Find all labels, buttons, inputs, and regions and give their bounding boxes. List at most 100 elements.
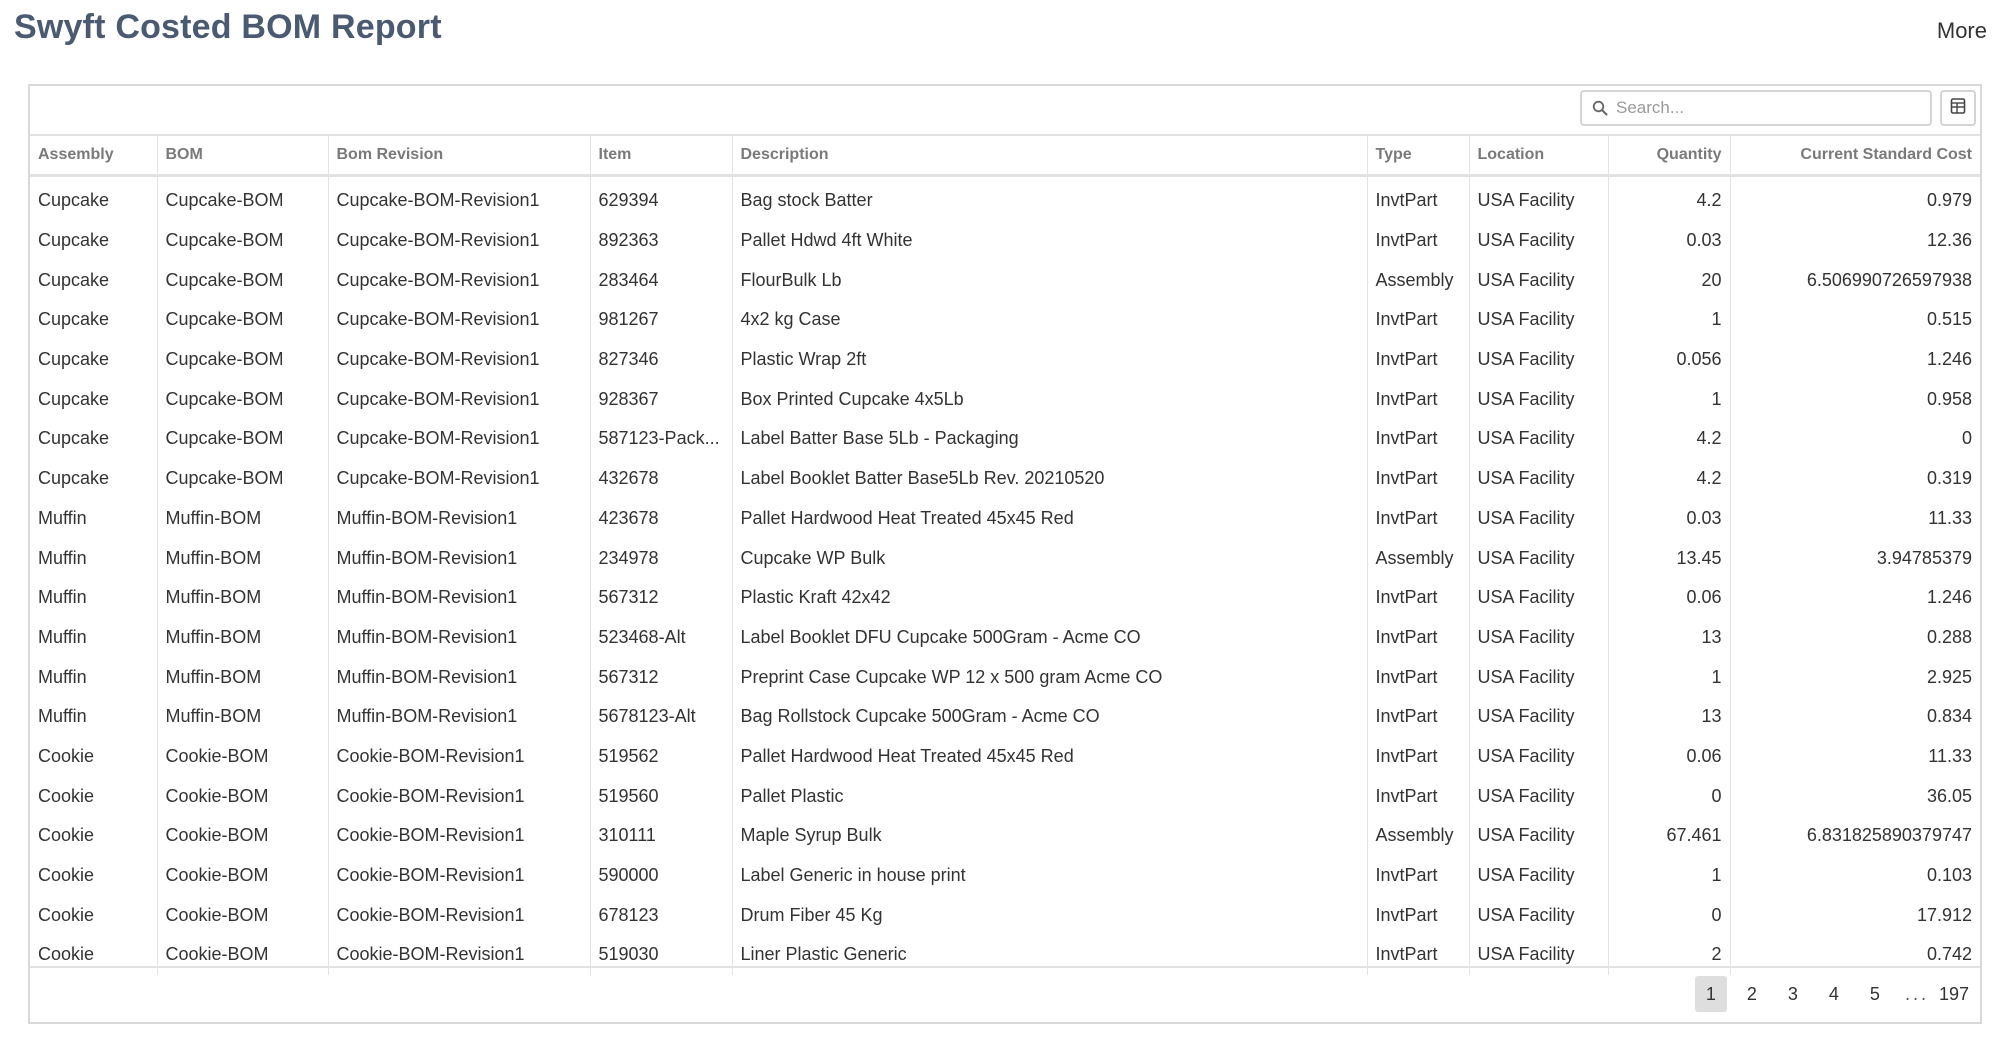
cell-description: Label Booklet DFU Cupcake 500Gram - Acme… [732, 617, 1368, 658]
page-button-last[interactable]: 197 [1938, 976, 1970, 1012]
page-button-1[interactable]: 1 [1694, 976, 1727, 1012]
column-header-type[interactable]: Type [1367, 134, 1470, 177]
cell-type: InvtPart [1367, 736, 1470, 777]
cell-current-standard-cost: 0 [1961, 428, 1972, 449]
search-input[interactable] [1614, 93, 1930, 123]
column-header-bom[interactable]: BOM [157, 134, 329, 177]
cell-bom-revision: Cookie-BOM-Revision1 [328, 895, 591, 936]
cell-current-standard-cost: 6.831825890379747 [1806, 825, 1972, 846]
cell-item: 523468-Alt [590, 617, 733, 658]
page-button-4[interactable]: 4 [1818, 976, 1850, 1012]
table-row[interactable]: Cupcake Cupcake-BOM Cupcake-BOM-Revision1 6… [30, 175, 1980, 221]
table-row[interactable]: Cupcake Cupcake-BOM Cupcake-BOM-Revision1 5… [30, 419, 1980, 459]
page-button-2[interactable]: 2 [1736, 976, 1768, 1012]
cell-bom-revision: Cupcake-BOM-Revision1 [328, 220, 591, 261]
cell-type: Assembly [1367, 816, 1470, 856]
cell-item: 629394 [590, 175, 733, 221]
column-header-bom-revision[interactable]: Bom Revision [328, 134, 591, 177]
cell-quantity: 1 [1608, 657, 1731, 697]
table-row[interactable]: Cupcake Cupcake-BOM Cupcake-BOM-Revision1 8… [30, 220, 1980, 261]
cell-bom: Cupcake-BOM [157, 175, 329, 221]
cell-assembly: Cookie [30, 855, 158, 896]
cell-quantity: 0.06 [1608, 736, 1731, 777]
cell-location: USA Facility [1469, 220, 1609, 261]
table-row[interactable]: Cupcake Cupcake-BOM Cupcake-BOM-Revision1 8… [30, 339, 1980, 380]
cell-item: 567312 [590, 577, 733, 618]
column-header-assembly[interactable]: Assembly [30, 134, 158, 177]
table-row[interactable]: Cupcake Cupcake-BOM Cupcake-BOM-Revision1 9… [30, 300, 1980, 340]
cell-location: USA Facility [1469, 260, 1609, 301]
cell-quantity: 13 [1608, 696, 1731, 737]
cell-item: 590000 [590, 855, 733, 896]
cell-item: 283464 [590, 260, 733, 301]
cell-assembly: Cupcake [30, 379, 158, 420]
cell-bom: Muffin-BOM [157, 498, 329, 539]
table-row[interactable]: Muffin Muffin-BOM Muffin-BOM-Revision1 2349… [30, 538, 1980, 578]
export-spreadsheet-button[interactable] [1940, 90, 1976, 126]
cell-current-standard-cost: 2.925 [1926, 666, 1972, 687]
search-box[interactable] [1580, 90, 1932, 126]
page-button-5[interactable]: 5 [1859, 976, 1891, 1012]
cell-bom-revision: Cupcake-BOM-Revision1 [328, 419, 591, 459]
table-row[interactable]: Cupcake Cupcake-BOM Cupcake-BOM-Revision1 9… [30, 379, 1980, 420]
cell-assembly: Muffin [30, 577, 158, 618]
column-header-current-standard-cost[interactable]: Current Standard Cost [1730, 134, 1980, 177]
column-header-quantity[interactable]: Quantity [1608, 134, 1731, 177]
cell-bom: Cupcake-BOM [157, 300, 329, 340]
page-button-3[interactable]: 3 [1777, 976, 1809, 1012]
table-header-row: Assembly BOM Bom Revision Item Description Ty… [30, 134, 1980, 177]
cell-assembly: Cupcake [30, 300, 158, 340]
cell-bom: Muffin-BOM [157, 617, 329, 658]
column-header-item[interactable]: Item [590, 134, 733, 177]
table-row[interactable]: Muffin Muffin-BOM Muffin-BOM-Revision1 5234… [30, 617, 1980, 658]
cell-type: InvtPart [1367, 855, 1470, 896]
table-row[interactable]: Muffin Muffin-BOM Muffin-BOM-Revision1 5673… [30, 657, 1980, 697]
cell-bom-revision: Cupcake-BOM-Revision1 [328, 339, 591, 380]
cell-quantity: 0.056 [1608, 339, 1731, 380]
column-header-location[interactable]: Location [1469, 134, 1609, 177]
cell-location: USA Facility [1469, 657, 1609, 697]
cell-bom: Cupcake-BOM [157, 419, 329, 459]
cell-location: USA Facility [1469, 816, 1609, 856]
cell-quantity: 4.2 [1608, 419, 1731, 459]
cell-assembly: Cupcake [30, 419, 158, 459]
cell-type: InvtPart [1367, 339, 1470, 380]
cell-description: Pallet Hdwd 4ft White [732, 220, 1368, 261]
table-row[interactable]: Muffin Muffin-BOM Muffin-BOM-Revision1 4236… [30, 498, 1980, 539]
table-row[interactable]: Cupcake Cupcake-BOM Cupcake-BOM-Revision1 4… [30, 458, 1980, 499]
cell-location: USA Facility [1469, 419, 1609, 459]
cell-quantity: 1 [1608, 300, 1731, 340]
cell-current-standard-cost: 1.246 [1926, 587, 1972, 608]
column-header-description[interactable]: Description [732, 134, 1368, 177]
cell-description: Box Printed Cupcake 4x5Lb [732, 379, 1368, 420]
table-row[interactable]: Cupcake Cupcake-BOM Cupcake-BOM-Revision1 2… [30, 260, 1980, 301]
table-row[interactable]: Cookie Cookie-BOM Cookie-BOM-Revision1 5195… [30, 736, 1980, 777]
cell-current-standard-cost: 0.103 [1926, 865, 1972, 886]
table-row[interactable]: Cookie Cookie-BOM Cookie-BOM-Revision1 5900… [30, 855, 1980, 896]
cell-type: InvtPart [1367, 379, 1470, 420]
table-row[interactable]: Muffin Muffin-BOM Muffin-BOM-Revision1 5673… [30, 577, 1980, 618]
cell-bom-revision: Cupcake-BOM-Revision1 [328, 175, 591, 221]
cell-location: USA Facility [1469, 577, 1609, 618]
table-row[interactable]: Muffin Muffin-BOM Muffin-BOM-Revision1 5678… [30, 696, 1980, 737]
table-header: Assembly BOM Bom Revision Item Description Ty… [30, 134, 1980, 177]
cell-item: 587123-Pack... [590, 419, 733, 459]
cell-bom: Cookie-BOM [157, 855, 329, 896]
table-footer: 1 2 3 4 5... 197 [30, 966, 1980, 1022]
cell-current-standard-cost: 0.834 [1926, 706, 1972, 727]
cell-quantity: 0.03 [1608, 498, 1731, 539]
cell-description: Pallet Hardwood Heat Treated 45x45 Red [732, 498, 1368, 539]
cell-type: InvtPart [1367, 617, 1470, 658]
table-row[interactable]: Cookie Cookie-BOM Cookie-BOM-Revision1 6781… [30, 895, 1980, 936]
cell-bom-revision: Muffin-BOM-Revision1 [328, 577, 591, 618]
more-menu-link[interactable]: More [1937, 18, 1987, 44]
cell-description: Maple Syrup Bulk [732, 816, 1368, 856]
table-row[interactable]: Cookie Cookie-BOM Cookie-BOM-Revision1 5195… [30, 776, 1980, 816]
cell-location: USA Facility [1469, 175, 1609, 221]
cell-assembly: Cookie [30, 816, 158, 856]
cell-bom: Cookie-BOM [157, 736, 329, 777]
cell-type: InvtPart [1367, 895, 1470, 936]
table-row[interactable]: Cookie Cookie-BOM Cookie-BOM-Revision1 3101… [30, 816, 1980, 856]
cell-bom-revision: Cookie-BOM-Revision1 [328, 776, 591, 816]
cell-description: Drum Fiber 45 Kg [732, 895, 1368, 936]
